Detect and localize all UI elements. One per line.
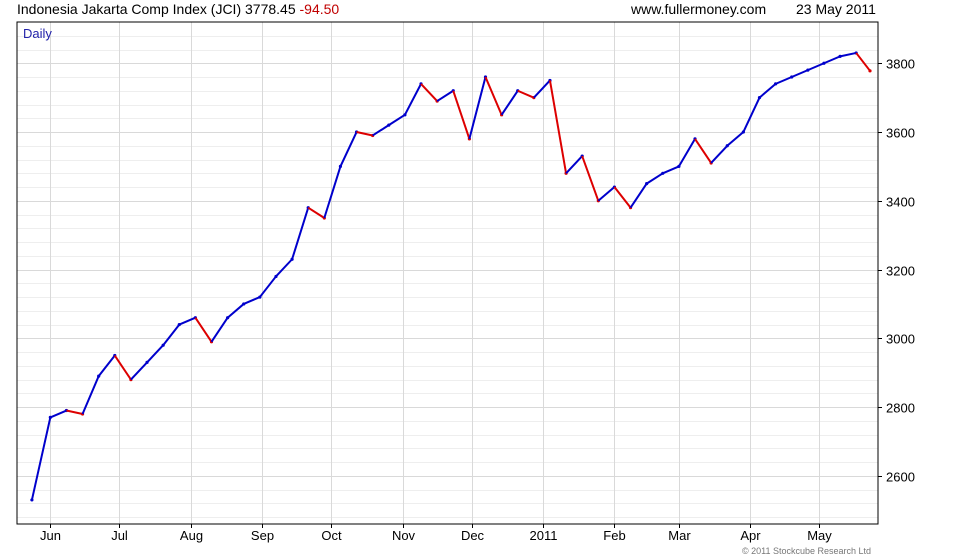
y-tick-label: 2800	[886, 401, 915, 416]
x-tick-label: Jun	[40, 528, 61, 543]
y-tick-label: 3000	[886, 332, 915, 347]
y-tick-label: 3600	[886, 126, 915, 141]
price-chart: Jun Jul Aug Sep Oct Nov Dec 2011 Feb Mar Apr May 260…	[16, 21, 915, 543]
x-tick-label: Oct	[321, 528, 342, 543]
y-tick-label: 3200	[886, 264, 915, 279]
x-tick-label: Jul	[111, 528, 128, 543]
x-tick-label: 2011	[530, 528, 558, 543]
y-tick-label: 2600	[886, 470, 915, 485]
x-tick-label: Aug	[180, 528, 203, 543]
period-label: Daily	[23, 26, 52, 41]
x-tick-label: Nov	[392, 528, 416, 543]
x-tick-label: May	[807, 528, 832, 543]
x-tick-label: Feb	[603, 528, 625, 543]
x-tick-label: Dec	[461, 528, 485, 543]
y-tick-label: 3800	[886, 57, 915, 72]
copyright-credit: © 2011 Stockcube Research Ltd	[742, 546, 872, 556]
x-tick-label: Apr	[740, 528, 761, 543]
price-point	[868, 69, 872, 73]
x-tick-label: Sep	[251, 528, 274, 543]
y-tick-label: 3400	[886, 195, 915, 210]
x-tick-label: Mar	[668, 528, 691, 543]
